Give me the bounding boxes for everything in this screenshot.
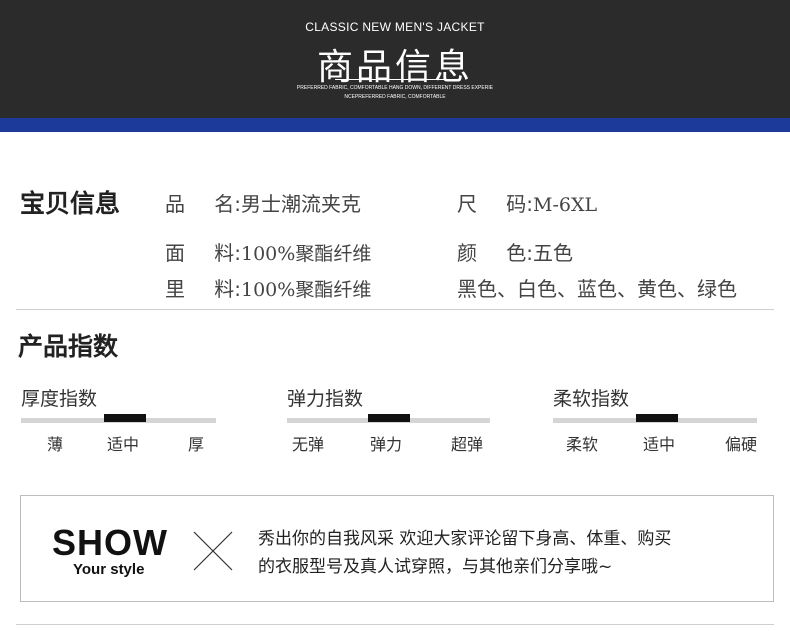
info-color: 颜色: 五色 bbox=[457, 237, 573, 266]
show-text-line2: 的衣服型号及真人试穿照，与其他亲们分享哦~ bbox=[258, 557, 613, 577]
cross-icon bbox=[193, 531, 233, 571]
info-lining-value: 100%聚酯纤维 bbox=[241, 279, 372, 301]
softness-title: 柔软指数 bbox=[553, 388, 630, 410]
info-name-value: 男士潮流夹克 bbox=[241, 192, 361, 216]
info-color-key: 颜色: bbox=[457, 241, 533, 265]
info-name-key: 品名: bbox=[165, 192, 241, 216]
softness-track bbox=[553, 414, 757, 423]
softness-label-soft: 柔软 bbox=[566, 435, 599, 454]
info-fabric: 面料: 100%聚酯纤维 bbox=[165, 237, 371, 266]
info-size: 尺码: M-6XL bbox=[457, 188, 597, 217]
info-fabric-key: 面料: bbox=[165, 241, 241, 265]
details-title: 宝贝信息 bbox=[20, 189, 121, 218]
info-lining: 里料: 100%聚酯纤维 bbox=[165, 273, 371, 302]
show-subheading: Your style bbox=[73, 561, 145, 578]
banner-divider bbox=[335, 79, 455, 80]
elasticity-track bbox=[287, 414, 490, 423]
banner-subtitle-2: NCEPREFERRED FABRIC, COMFORTABLE bbox=[344, 94, 446, 100]
section-divider bbox=[16, 309, 774, 310]
softness-label-hard: 偏硬 bbox=[725, 435, 758, 454]
info-color-value: 五色 bbox=[533, 241, 573, 265]
info-colors-list: 黑色、白色、蓝色、黄色、绿色 bbox=[457, 277, 737, 301]
show-text-line1: 秀出你的自我风采 欢迎大家评论留下身高、体重、购买 bbox=[258, 529, 672, 549]
elasticity-label-super: 超弹 bbox=[451, 435, 484, 454]
info-fabric-value: 100%聚酯纤维 bbox=[241, 243, 372, 265]
accent-bar bbox=[0, 118, 790, 132]
banner-subtitle-1: PREFERRED FABRIC, COMFORTABLE HANG DOWN,… bbox=[296, 85, 494, 91]
softness-label-medium: 适中 bbox=[643, 435, 676, 454]
show-heading: SHOW bbox=[52, 522, 168, 563]
thickness-title: 厚度指数 bbox=[21, 388, 98, 410]
softness-indicator bbox=[636, 414, 678, 422]
thickness-track bbox=[21, 414, 216, 423]
banner-title-en: CLASSIC NEW MEN'S JACKET bbox=[305, 20, 485, 34]
info-size-value: M-6XL bbox=[533, 194, 598, 216]
info-size-key: 尺码: bbox=[457, 192, 533, 216]
banner-title-cn: 商品信息 bbox=[316, 47, 473, 88]
elasticity-title: 弹力指数 bbox=[287, 388, 364, 410]
elasticity-label-none: 无弹 bbox=[292, 435, 325, 454]
header-banner: CLASSIC NEW MEN'S JACKET 商品信息 PREFERRED … bbox=[0, 0, 790, 118]
thickness-label-thin: 薄 bbox=[47, 435, 64, 454]
info-lining-key: 里料: bbox=[165, 277, 241, 301]
bottom-divider bbox=[16, 624, 774, 625]
indices-title: 产品指数 bbox=[18, 332, 119, 361]
info-name: 品名: 男士潮流夹克 bbox=[165, 188, 361, 217]
thickness-label-thick: 厚 bbox=[188, 435, 205, 454]
thickness-indicator bbox=[104, 414, 146, 422]
elasticity-label-medium: 弹力 bbox=[370, 435, 403, 454]
thickness-label-medium: 适中 bbox=[107, 435, 140, 454]
elasticity-indicator bbox=[368, 414, 410, 422]
